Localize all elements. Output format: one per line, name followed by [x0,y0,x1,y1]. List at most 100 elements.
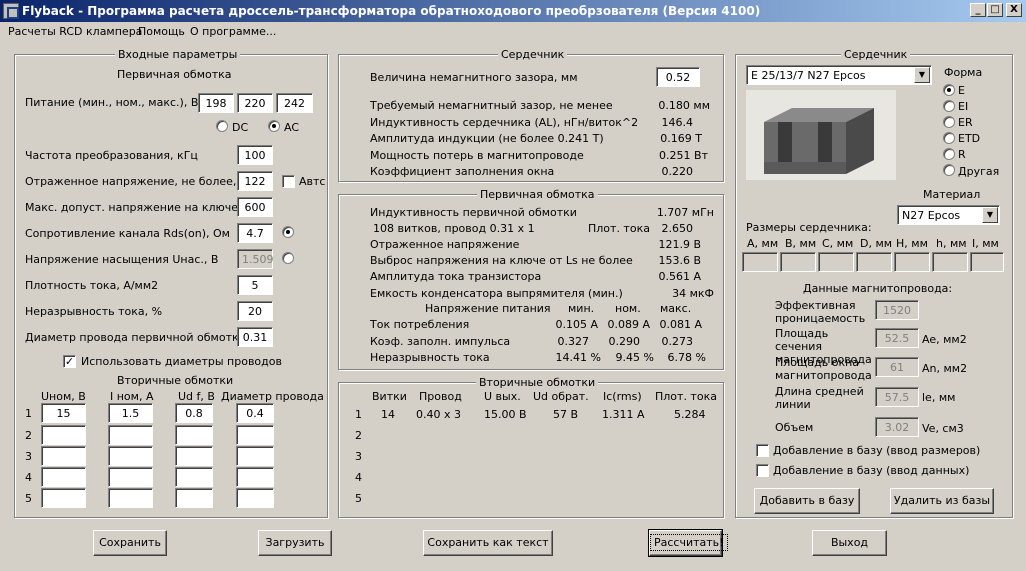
core-res-label: Амплитуда индукции (не более 0.241 Т) [370,132,604,145]
rds-input[interactable]: 4.7 [237,223,273,243]
usat-input[interactable]: 1.509 [237,249,274,269]
sec-i-input[interactable] [108,425,153,445]
sres-hdr: Плот. тока [655,390,717,403]
dia-label: Диаметр провода первичной обмотки [25,331,246,344]
table-nom: 0.290 [608,335,641,348]
refl-input[interactable]: 122 [237,171,273,191]
vmax-input[interactable]: 600 [237,197,273,217]
sec-ud-input[interactable] [175,446,213,466]
mag-input[interactable]: 3.02 [875,417,919,437]
material-label: Материал [923,188,981,201]
menu-bar: Расчеты RCD клампера Помощь О программе.… [0,22,1026,42]
sec-ud-input[interactable] [175,425,213,445]
dc-radio[interactable] [216,120,228,132]
menu-help[interactable]: Помощь [138,25,185,38]
sres-turns: 14 [381,408,395,421]
form-label: Форма [944,66,983,79]
sec-i-input[interactable] [108,446,153,466]
sec-i-input[interactable] [108,488,153,508]
core-combo[interactable]: E 25/13/7 N27 Epcos ▼ [746,65,932,85]
mag-input[interactable]: 57.5 [875,387,919,407]
mag-input[interactable]: 61 [875,357,919,377]
dim-i-input[interactable] [970,252,1004,272]
calculate-button[interactable]: Рассчитать! [648,529,728,557]
core-select-title: Сердечник [841,48,911,61]
supply-nom-input[interactable]: 220 [237,93,273,113]
sec-u-input[interactable]: 15 [41,403,86,423]
add-dims-checkbox[interactable] [756,444,769,457]
mag-input[interactable]: 52.5 [875,328,919,348]
dim-h-input[interactable] [894,252,930,272]
secondary-result-title: Вторичные обмотки [476,376,599,389]
form-radio-r[interactable] [943,148,955,160]
load-button[interactable]: Загрузить [258,530,332,556]
gap-label: Величина немагнитного зазора, мм [370,71,578,84]
sec-ud-input[interactable] [175,488,213,508]
usat-radio[interactable] [282,252,294,264]
add-data-checkbox[interactable] [756,464,769,477]
sec-i-input[interactable] [108,467,153,487]
dia-input[interactable]: 0.31 [237,327,273,347]
dim-c-input[interactable] [818,252,854,272]
app-icon [3,3,19,19]
save-as-text-button[interactable]: Сохранить как текст [423,530,553,556]
maximize-button[interactable]: □ [987,3,1003,17]
ac-radio[interactable] [268,120,280,132]
j-input[interactable]: 5 [237,275,273,295]
core-result-title: Сердечник [498,48,568,61]
dim-a-input[interactable] [742,252,778,272]
sec-dia-input[interactable] [236,425,274,445]
core-res-value: 146.4 [661,116,694,129]
dim-b-input[interactable] [780,252,816,272]
form-radio-etd[interactable] [943,132,955,144]
hdr-nom: ном. [615,302,641,315]
minimize-button[interactable]: _ [970,3,986,17]
form-radio-e[interactable] [943,84,955,96]
sres-hdr: Ud обрат. [533,390,589,403]
auto-checkbox[interactable] [282,175,295,188]
hdr-max: макс. [660,302,692,315]
dim-h-label: H, мм [896,237,928,250]
sres-uout: 15.00 В [484,408,527,421]
sec-u-input[interactable] [41,467,86,487]
sec-u-input[interactable] [41,425,86,445]
freq-input[interactable]: 100 [237,145,273,165]
form-radio-ei[interactable] [943,100,955,112]
close-button[interactable]: X [1006,3,1022,17]
spike-value: 153.6 В [658,254,701,267]
sres-ud: 57 В [553,408,579,421]
dim-d-input[interactable] [856,252,892,272]
form-radio-other[interactable] [943,164,955,176]
sec-dia-input[interactable] [236,467,274,487]
supply-min-input[interactable]: 198 [198,93,234,113]
menu-rcd[interactable]: Расчеты RCD клампера [8,25,142,38]
sec-ud-input[interactable] [175,467,213,487]
sec-ud-input[interactable]: 0.8 [175,403,213,423]
sec-u-input[interactable] [41,446,86,466]
menu-about[interactable]: О программе... [190,25,276,38]
sec-u-input[interactable] [41,488,86,508]
mag-title: Данные магнитопровода: [803,282,953,295]
sec-dia-input[interactable] [236,446,274,466]
dim-hh-input[interactable] [932,252,968,272]
form-radio-er[interactable] [943,116,955,128]
exit-button[interactable]: Выход [812,530,887,556]
mag-input[interactable]: 1520 [875,300,919,320]
delete-from-db-button[interactable]: Удалить из базы [890,488,994,514]
save-button[interactable]: Сохранить [93,530,167,556]
sec-dia-input[interactable]: 0.4 [236,403,274,423]
gap-input[interactable]: 0.52 [656,67,700,87]
dim-d-label: D, мм [860,237,893,250]
mag-label: Эффективная проницаемость [775,299,866,325]
use-dia-checkbox[interactable]: ✓ [63,355,76,368]
sec-i-input[interactable]: 1.5 [108,403,153,423]
add-to-db-button[interactable]: Добавить в базу [754,488,860,514]
sec-dia-input[interactable] [236,488,274,508]
rds-radio[interactable] [282,226,294,238]
sec-title: Вторичные обмотки [117,374,234,387]
refl-res-value: 121.9 В [658,238,701,251]
supply-max-input[interactable]: 242 [276,93,313,113]
disc-input[interactable]: 20 [237,301,273,321]
core-image [746,90,896,180]
material-combo[interactable]: N27 Epcos ▼ [897,205,1000,225]
